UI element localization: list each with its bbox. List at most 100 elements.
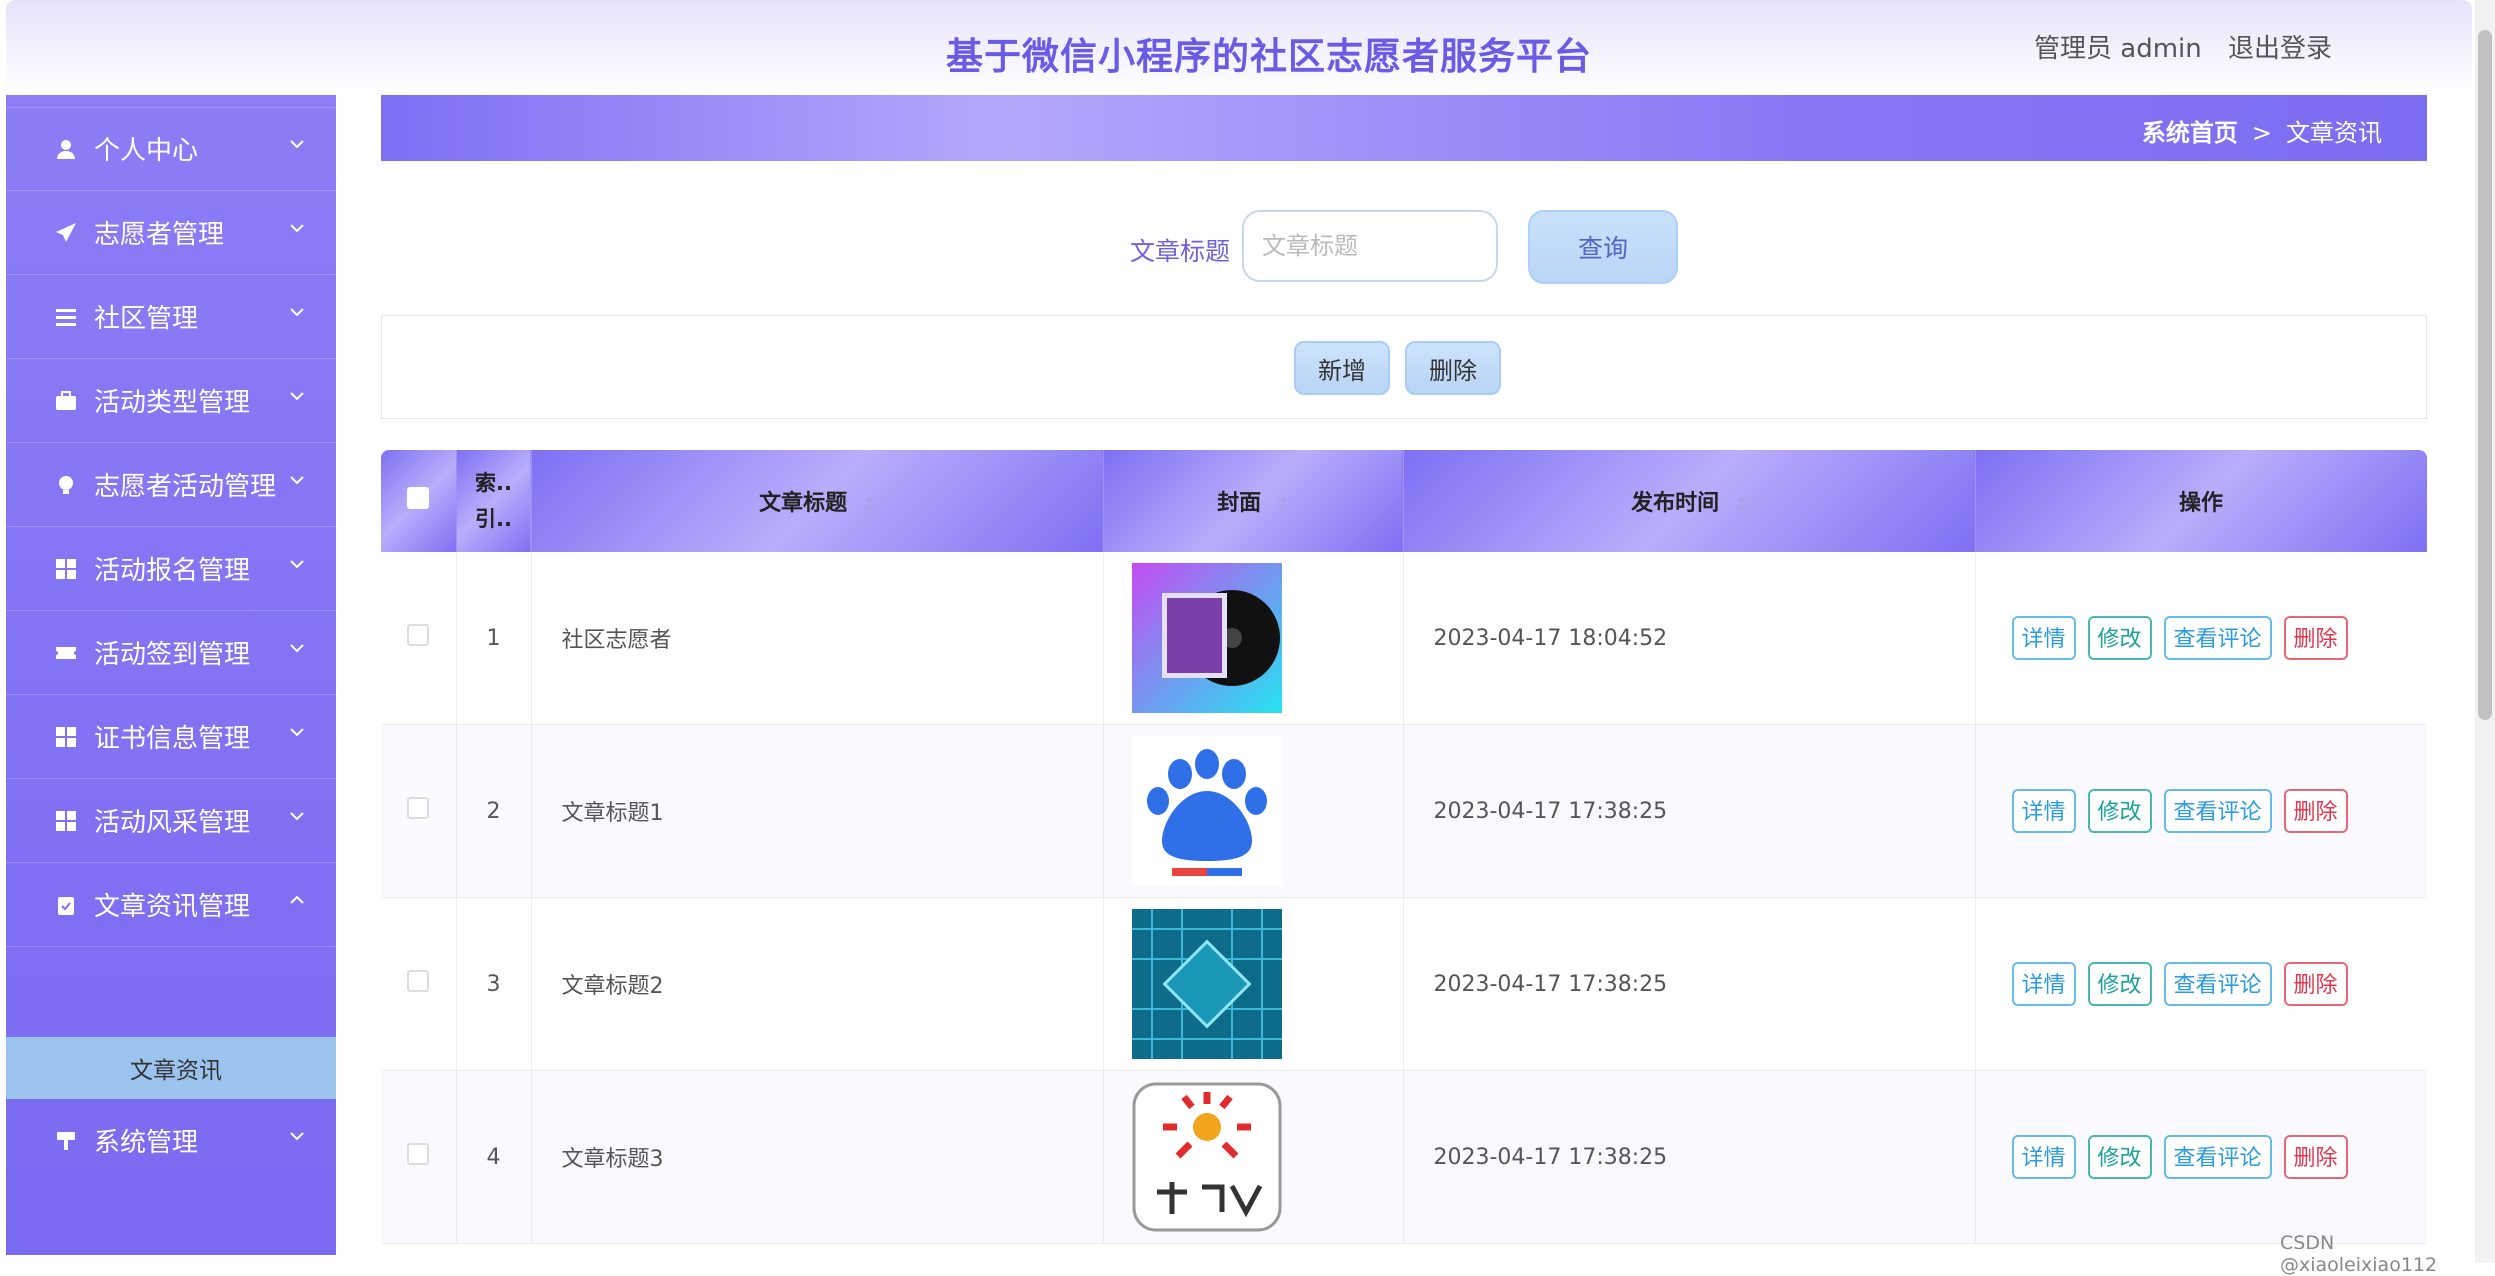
view-comments-button[interactable]: 查看评论 xyxy=(2163,789,2272,833)
user-icon xyxy=(54,137,78,161)
paper-plane-icon xyxy=(54,221,78,245)
delete-button[interactable]: 删除 xyxy=(2283,1135,2348,1179)
sidebar-item-label: 社区管理 xyxy=(94,304,199,334)
search-button[interactable]: 查询 xyxy=(1528,210,1678,284)
row-checkbox[interactable] xyxy=(407,797,430,819)
sort-icon[interactable] xyxy=(863,495,875,513)
grid-icon xyxy=(54,557,78,581)
chevron-down-icon xyxy=(290,140,304,149)
sidebar-item-label: 个人中心 xyxy=(94,136,199,166)
row-title: 文章标题1 xyxy=(531,724,1104,898)
column-header-label: 文章标题 xyxy=(759,491,848,516)
delete-button[interactable]: 删除 xyxy=(2283,962,2348,1006)
row-checkbox[interactable] xyxy=(407,624,430,646)
row-index: 3 xyxy=(456,897,532,1071)
table-row: 1 社区志愿者 2023-04-17 18:04:52 详情 修改 查看评论 删除 xyxy=(381,552,2427,725)
ticket-icon xyxy=(54,641,78,665)
delete-button[interactable]: 删除 xyxy=(2283,789,2348,833)
scrollbar-thumb[interactable] xyxy=(2478,30,2492,720)
breadcrumb: 系统首页 > 文章资讯 xyxy=(2142,113,2382,148)
sidebar-item-label: 志愿者活动管理 xyxy=(94,472,277,502)
sidebar-item-certificate[interactable]: 证书信息管理 xyxy=(6,695,336,779)
row-title: 文章标题2 xyxy=(531,897,1104,1071)
column-header-ops: 操作 xyxy=(1975,450,2427,552)
sidebar-item-personal-center[interactable]: 个人中心 xyxy=(6,107,336,191)
detail-button[interactable]: 详情 xyxy=(2011,962,2076,1006)
row-cover-cell xyxy=(1103,552,1404,725)
row-checkbox[interactable] xyxy=(407,970,430,992)
sidebar-item-checkin[interactable]: 活动签到管理 xyxy=(6,611,336,695)
breadcrumb-home[interactable]: 系统首页 xyxy=(2142,119,2238,147)
row-ops: 详情 修改 查看评论 删除 xyxy=(1975,552,2427,725)
row-ops: 详情 修改 查看评论 删除 xyxy=(1975,1070,2427,1244)
delete-button[interactable]: 删除 xyxy=(2283,616,2348,660)
view-comments-button[interactable]: 查看评论 xyxy=(2163,962,2272,1006)
row-ops: 详情 修改 查看评论 删除 xyxy=(1975,897,2427,1071)
detail-button[interactable]: 详情 xyxy=(2011,789,2076,833)
sidebar-item-volunteer[interactable]: 志愿者管理 xyxy=(6,191,336,275)
add-button[interactable]: 新增 xyxy=(1294,341,1390,395)
row-select-cell xyxy=(381,1070,457,1244)
clipboard-icon xyxy=(54,893,78,917)
title-search-input[interactable] xyxy=(1242,210,1498,282)
sidebar-item-label: 文章资讯管理 xyxy=(94,892,251,922)
row-time: 2023-04-17 17:38:25 xyxy=(1403,897,1976,1071)
chevron-down-icon xyxy=(290,1132,304,1141)
sidebar-item-showcase[interactable]: 活动风采管理 xyxy=(6,779,336,863)
baidu-logo-image[interactable] xyxy=(1131,736,1282,886)
music-album-cover-image[interactable] xyxy=(1131,563,1282,713)
sidebar-item-label: 活动报名管理 xyxy=(94,556,251,586)
logout-link[interactable]: 退出登录 xyxy=(2228,34,2332,64)
column-header-time[interactable]: 发布时间 xyxy=(1403,450,1976,552)
table-header-row: 索.. 引.. 文章标题 封面 发布时间 操作 xyxy=(381,450,2427,552)
sidebar-item-label: 活动类型管理 xyxy=(94,388,251,418)
edit-button[interactable]: 修改 xyxy=(2087,1135,2152,1179)
sidebar-item-community[interactable]: 社区管理 xyxy=(6,275,336,359)
app-title: 基于微信小程序的社区志愿者服务平台 xyxy=(946,35,1592,78)
edit-button[interactable]: 修改 xyxy=(2087,789,2152,833)
sidebar-item-label: 活动签到管理 xyxy=(94,640,251,670)
action-bar: 新增 删除 xyxy=(381,315,2427,419)
row-cover-cell xyxy=(1103,897,1404,1071)
row-title: 文章标题3 xyxy=(531,1070,1104,1244)
row-select-cell xyxy=(381,552,457,725)
column-header-cover[interactable]: 封面 xyxy=(1103,450,1404,552)
sidebar-subitem-articles[interactable]: 文章资讯 xyxy=(6,1037,336,1099)
sidebar-item-activity-type[interactable]: 活动类型管理 xyxy=(6,359,336,443)
chevron-up-icon xyxy=(290,895,304,904)
circuit-chip-image[interactable] xyxy=(1131,909,1282,1059)
sidebar-item-system[interactable]: 系统管理 xyxy=(6,1099,336,1182)
chevron-down-icon xyxy=(290,224,304,233)
view-comments-button[interactable]: 查看评论 xyxy=(2163,616,2272,660)
sidebar-item-label: 活动风采管理 xyxy=(94,808,251,838)
sidebar-item-label: 证书信息管理 xyxy=(94,724,251,754)
row-select-cell xyxy=(381,724,457,898)
edit-button[interactable]: 修改 xyxy=(2087,616,2152,660)
chevron-down-icon xyxy=(290,644,304,653)
sidebar-item-signup[interactable]: 活动报名管理 xyxy=(6,527,336,611)
row-cover-cell xyxy=(1103,1070,1404,1244)
sidebar: 个人中心 志愿者管理 社区管理 活动类型管理 志愿者活动管理 活动报名管理 活动… xyxy=(6,95,336,1255)
sidebar-item-volunteer-activity[interactable]: 志愿者活动管理 xyxy=(6,443,336,527)
sort-icon[interactable] xyxy=(1735,495,1747,513)
row-checkbox[interactable] xyxy=(407,1143,430,1165)
briefcase-icon xyxy=(54,389,78,413)
row-index: 4 xyxy=(456,1070,532,1244)
page-scrollbar[interactable] xyxy=(2475,0,2495,1263)
column-header-index: 索.. 引.. xyxy=(456,450,532,552)
sort-icon[interactable] xyxy=(1277,495,1289,513)
breadcrumb-current: 文章资讯 xyxy=(2286,119,2382,147)
batch-delete-button[interactable]: 删除 xyxy=(1405,341,1501,395)
edit-button[interactable]: 修改 xyxy=(2087,962,2152,1006)
chevron-down-icon xyxy=(290,392,304,401)
sidebar-item-articles[interactable]: 文章资讯管理 xyxy=(6,863,336,947)
detail-button[interactable]: 详情 xyxy=(2011,616,2076,660)
detail-button[interactable]: 详情 xyxy=(2011,1135,2076,1179)
user-role: 管理员 admin xyxy=(2034,34,2202,64)
view-comments-button[interactable]: 查看评论 xyxy=(2163,1135,2272,1179)
huashu-tv-logo-image[interactable] xyxy=(1132,1082,1282,1232)
column-header-title[interactable]: 文章标题 xyxy=(531,450,1104,552)
paint-roller-icon xyxy=(54,1129,78,1153)
chevron-down-icon xyxy=(290,812,304,821)
select-all-checkbox[interactable] xyxy=(407,487,430,509)
